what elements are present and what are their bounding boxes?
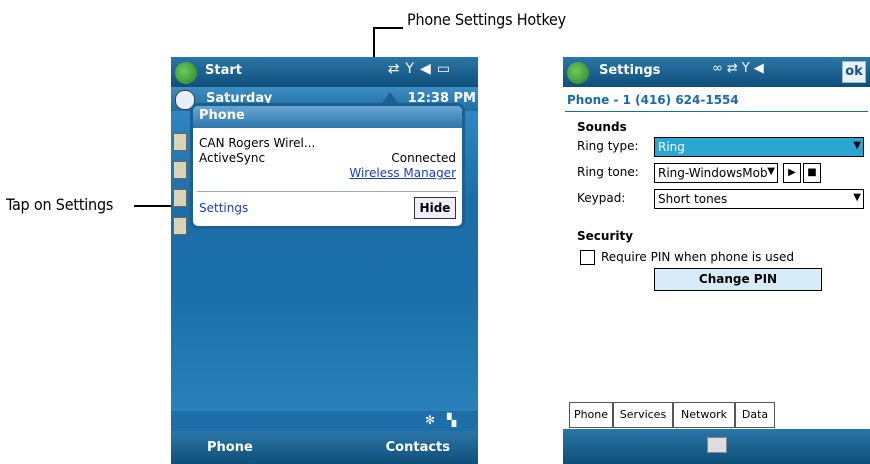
sounds-heading: Sounds <box>577 120 627 134</box>
keypad-dropdown[interactable]: Short tones ▼ <box>654 189 864 209</box>
settings-callout: Tap on Settings <box>6 195 114 214</box>
ok-button[interactable]: ok <box>842 61 866 83</box>
phone-softkey[interactable]: Phone <box>207 440 253 455</box>
keypad-label: Keypad: <box>577 191 626 205</box>
require-pin-checkbox[interactable] <box>580 250 595 265</box>
ring-tone-label: Ring tone: <box>577 165 639 179</box>
settings-link[interactable]: Settings <box>199 201 248 215</box>
connection-icon[interactable]: ▚ <box>447 413 456 427</box>
play-button[interactable]: ▶ <box>783 163 801 183</box>
today-item-icon <box>173 161 187 179</box>
today-item-icon <box>173 189 187 207</box>
left-device-screen: Start ⇄Y◀▭ Saturday 12:38 PM Phone CAN R… <box>171 57 478 464</box>
popup-title: Phone <box>193 106 462 128</box>
wireless-manager-link[interactable]: Wireless Manager <box>349 166 456 180</box>
header-divider <box>565 111 868 112</box>
activesync-status: Connected <box>391 151 456 165</box>
hotkey-callout-line-vertical <box>373 27 375 57</box>
start-flag-icon[interactable] <box>175 62 197 84</box>
tab-services[interactable]: Services <box>613 402 673 428</box>
network-icon[interactable]: ✻ <box>425 413 435 427</box>
keyboard-icon[interactable] <box>707 437 727 453</box>
start-flag-icon[interactable] <box>567 62 589 84</box>
hotkey-callout: Phone Settings Hotkey <box>407 10 566 29</box>
settings-title: Settings <box>599 63 661 78</box>
left-title-bar: Start ⇄Y◀▭ <box>171 57 478 87</box>
popup-pointer <box>380 92 400 106</box>
carrier-text: CAN Rogers Wirel... <box>199 136 316 150</box>
phone-popup: Phone CAN Rogers Wirel... ActiveSync Con… <box>190 92 465 229</box>
keypad-value: Short tones <box>658 192 728 206</box>
voicemail-icon[interactable]: ∞ <box>712 61 727 76</box>
start-menu-label[interactable]: Start <box>205 63 242 78</box>
tab-network[interactable]: Network <box>673 402 735 428</box>
chevron-down-icon: ▼ <box>853 140 861 151</box>
require-pin-label: Require PIN when phone is used <box>601 250 795 264</box>
contacts-softkey[interactable]: Contacts <box>386 440 450 455</box>
security-heading: Security <box>577 229 634 243</box>
right-device-screen: Settings ∞⇄Y◀ ok Phone - 1 (416) 624-155… <box>563 57 870 464</box>
right-title-bar: Settings ∞⇄Y◀ ok <box>563 57 870 87</box>
hotkey-callout-line <box>373 27 403 29</box>
battery-icon[interactable]: ▭ <box>437 61 456 77</box>
ring-type-dropdown[interactable]: Ring ▼ <box>654 137 864 157</box>
signal-icon[interactable]: Y <box>742 61 754 76</box>
tray-bar: ✻ ▚ <box>171 411 478 431</box>
ring-tone-dropdown[interactable]: Ring-WindowsMobil ▼ <box>654 163 778 183</box>
right-softkey-bar <box>563 429 870 464</box>
today-item-icon <box>173 217 187 235</box>
stop-button[interactable]: ■ <box>803 163 821 183</box>
phone-number-text: Phone - 1 (416) 624-1554 <box>567 93 739 107</box>
ring-type-value: Ring <box>658 140 685 154</box>
speaker-icon[interactable]: ◀ <box>754 61 768 76</box>
sync-icon[interactable]: ⇄ <box>388 61 406 77</box>
tab-phone[interactable]: Phone <box>569 402 613 428</box>
sync-icon[interactable]: ⇄ <box>727 61 742 76</box>
ring-tone-value: Ring-WindowsMobil <box>658 166 775 180</box>
ring-type-label: Ring type: <box>577 139 639 153</box>
activesync-label: ActiveSync <box>199 151 266 165</box>
today-item-icon <box>173 133 187 151</box>
tab-data[interactable]: Data <box>735 402 775 428</box>
status-icons: ⇄Y◀▭ <box>388 61 456 77</box>
popup-divider <box>197 191 458 192</box>
speaker-icon[interactable]: ◀ <box>420 61 437 77</box>
hide-button[interactable]: Hide <box>414 197 456 219</box>
chevron-down-icon: ▼ <box>767 166 775 177</box>
left-softkey-bar: Phone Contacts <box>171 431 478 464</box>
chevron-down-icon: ▼ <box>853 192 861 203</box>
signal-icon[interactable]: Y <box>405 61 420 77</box>
right-status-icons: ∞⇄Y◀ <box>712 61 768 76</box>
change-pin-button[interactable]: Change PIN <box>654 268 822 291</box>
